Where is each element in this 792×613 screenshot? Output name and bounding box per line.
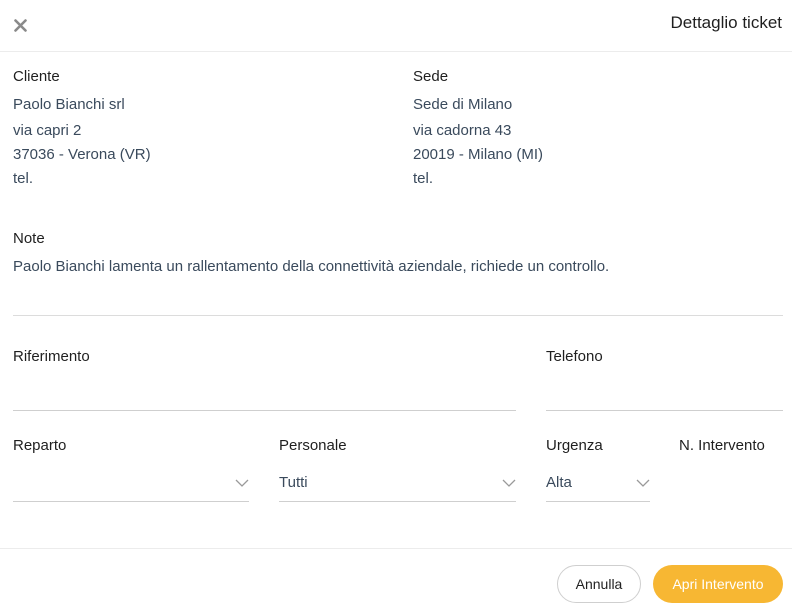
- cliente-block: Cliente Paolo Bianchi srl via capri 2 37…: [13, 67, 373, 191]
- telefono-input[interactable]: [546, 382, 783, 408]
- cliente-label: Cliente: [13, 68, 60, 85]
- section-divider: [13, 315, 783, 316]
- chevron-down-icon: [636, 479, 650, 487]
- telefono-underline: [546, 410, 783, 411]
- cancel-button[interactable]: Annulla: [557, 565, 641, 603]
- telefono-label: Telefono: [546, 348, 603, 365]
- n-intervento-label: N. Intervento: [679, 437, 765, 454]
- panel-header: Dettaglio ticket: [0, 0, 792, 52]
- urgenza-value: Alta: [546, 474, 572, 491]
- urgenza-label: Urgenza: [546, 437, 603, 454]
- sede-label: Sede: [413, 68, 449, 85]
- note-label: Note: [13, 230, 45, 247]
- sede-block: Sede Sede di Milano via cadorna 43 20019…: [413, 67, 773, 191]
- cliente-address: via capri 2: [13, 122, 82, 139]
- sede-name: Sede di Milano: [413, 96, 513, 113]
- note-text: Paolo Bianchi lamenta un rallentamento d…: [13, 258, 610, 275]
- sede-tel: tel.: [413, 170, 434, 187]
- chevron-down-icon: [502, 479, 516, 487]
- riferimento-underline: [13, 410, 516, 411]
- chevron-down-icon: [235, 479, 249, 487]
- riferimento-label: Riferimento: [13, 348, 90, 365]
- reparto-label: Reparto: [13, 437, 67, 454]
- close-icon: [13, 18, 27, 32]
- footer-divider: [0, 548, 792, 549]
- riferimento-input[interactable]: [13, 382, 516, 408]
- cliente-tel: tel.: [13, 170, 34, 187]
- personale-label: Personale: [279, 437, 347, 454]
- cliente-city: 37036 - Verona (VR): [13, 146, 151, 163]
- close-button[interactable]: [10, 15, 30, 35]
- urgenza-select[interactable]: Alta: [546, 472, 650, 502]
- panel-title: Dettaglio ticket: [670, 13, 783, 32]
- personale-select[interactable]: Tutti: [279, 472, 516, 502]
- sede-address: via cadorna 43: [413, 122, 512, 139]
- ticket-detail-panel: Dettaglio ticket Cliente Paolo Bianchi s…: [0, 0, 792, 613]
- cliente-name: Paolo Bianchi srl: [13, 96, 125, 113]
- reparto-select[interactable]: [13, 472, 249, 502]
- personale-value: Tutti: [279, 474, 308, 491]
- apri-intervento-button[interactable]: Apri Intervento: [653, 565, 783, 603]
- sede-city: 20019 - Milano (MI): [413, 146, 544, 163]
